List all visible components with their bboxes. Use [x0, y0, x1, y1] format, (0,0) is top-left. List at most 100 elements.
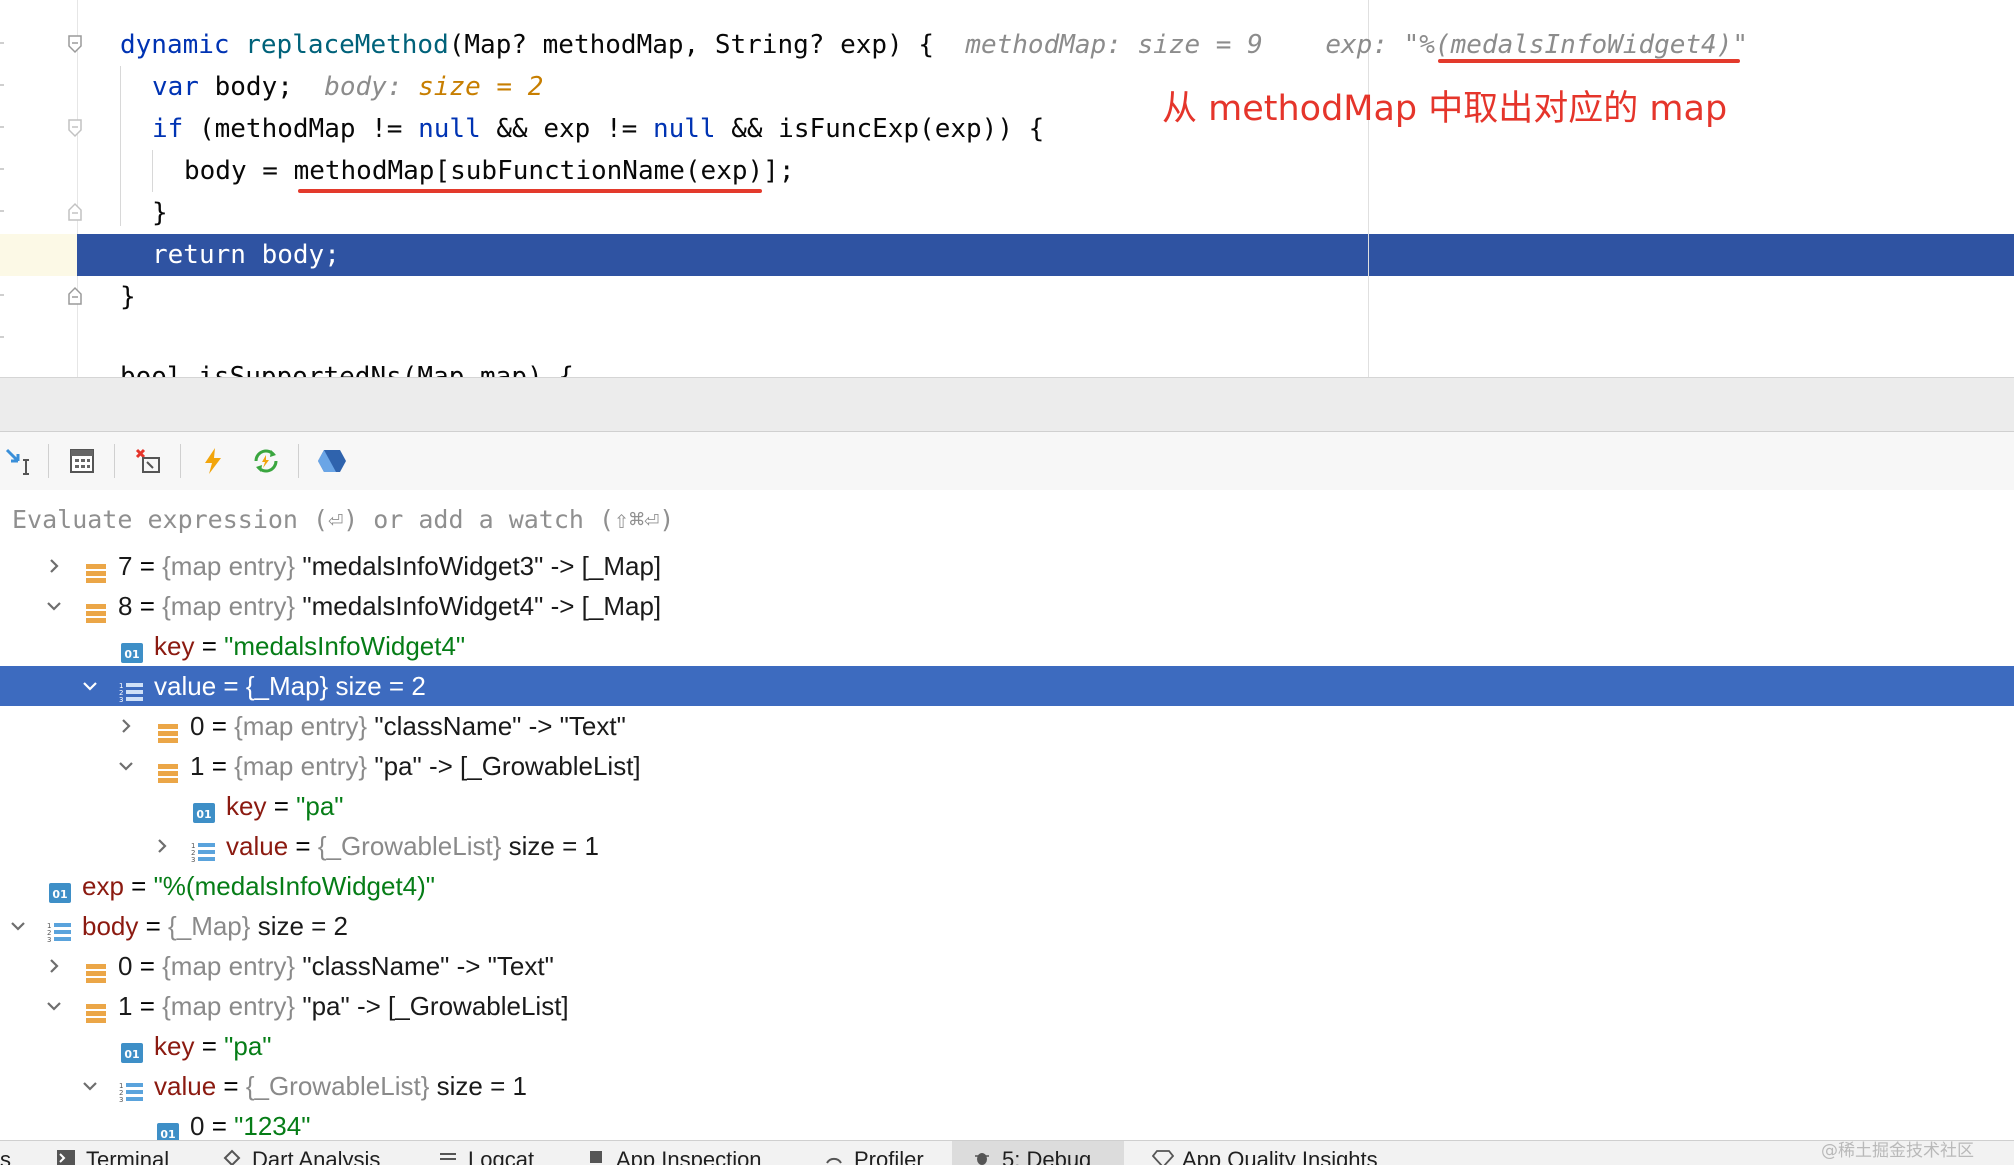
map-entry-icon [84, 555, 108, 583]
fold-collapse-icon[interactable] [67, 34, 83, 54]
fold-end-icon[interactable] [67, 284, 83, 305]
execution-line-highlight [77, 234, 2014, 276]
equals-sign: = [201, 1031, 217, 1061]
tree-row[interactable]: 1 = {map entry} "pa" -> [_GrowableList] [0, 746, 2014, 786]
equals-sign: = [211, 751, 227, 781]
dart-analysis-icon [222, 1148, 242, 1165]
tab-app-quality-insights[interactable]: App Quality Insights [1151, 1147, 1378, 1165]
tree-row[interactable]: 123 value = {_GrowableList} size = 1 [0, 1066, 2014, 1106]
fold-end-icon[interactable] [67, 200, 83, 221]
entry-index: 0 [190, 711, 205, 741]
expand-arrow-icon[interactable] [116, 706, 136, 746]
collection-icon: 123 [46, 915, 71, 944]
code-editor[interactable]: dynamic replaceMethod(Map? methodMap, St… [0, 0, 2014, 377]
indent-guide [152, 150, 153, 192]
tab-label: 5: Debug [1002, 1147, 1092, 1165]
type-label: {map entry} [162, 991, 296, 1021]
editor-gutter [0, 0, 78, 377]
field-name: exp [82, 871, 124, 901]
tab-label: Logcat [468, 1147, 535, 1165]
tree-row[interactable]: 01 key = "pa" [0, 1026, 2014, 1066]
keyword: dynamic [120, 30, 230, 60]
inline-debug-hint-value: %(medalsInfoWidget4) [1419, 30, 1733, 60]
code-text: && exp != [480, 114, 653, 144]
variables-tree[interactable]: 7 = {map entry} "medalsInfoWidget3" -> [… [0, 546, 2014, 1140]
code-line-close-brace[interactable]: } [120, 276, 136, 318]
drop-frame-icon[interactable] [131, 444, 165, 478]
tab-app-inspection[interactable]: App Inspection [586, 1147, 762, 1165]
code-line-assign[interactable]: body = methodMap[subFunctionName(exp)]; [184, 150, 794, 192]
tree-row[interactable]: 1 = {map entry} "pa" -> [_GrowableList] [0, 986, 2014, 1026]
svg-text:01: 01 [52, 888, 67, 901]
tree-row[interactable]: 0 = {map entry} "className" -> "Text" [0, 946, 2014, 986]
expand-arrow-icon[interactable] [44, 946, 64, 986]
annotation-underline [298, 189, 762, 193]
code-line-next-function[interactable]: bool isSupportedNs(Map map) { [120, 356, 574, 377]
tab-dart-analysis[interactable]: Dart Analysis [222, 1147, 380, 1165]
keyword: null [418, 114, 481, 144]
tree-row[interactable]: 01 exp = "%(medalsInfoWidget4)" [0, 866, 2014, 906]
entry-value: "medalsInfoWidget3" -> [_Map] [302, 551, 662, 581]
code-line-var[interactable]: var body; body: size = 2 [152, 66, 543, 108]
code-line-if[interactable]: if (methodMap != null && exp != null && … [152, 108, 1044, 150]
tree-row[interactable]: 0 = {map entry} "className" -> "Text" [0, 706, 2014, 746]
app-quality-insights-icon [1151, 1148, 1175, 1165]
equals-sign: = [211, 1111, 227, 1140]
tree-row[interactable]: 123 value = {_GrowableList} size = 1 [0, 826, 2014, 866]
step-into-cursor-icon[interactable] [2, 444, 36, 478]
tab-logcat[interactable]: Logcat [438, 1147, 534, 1165]
expand-arrow-icon[interactable] [44, 546, 64, 586]
tab-partial[interactable]: s [0, 1147, 11, 1165]
equals-sign: = [201, 631, 217, 661]
code-line-return[interactable]: return body; [152, 234, 340, 276]
collapse-arrow-icon[interactable] [44, 986, 64, 1026]
tab-label: Dart Analysis [252, 1147, 381, 1165]
entry-index: 7 [118, 551, 133, 581]
keyword: return [152, 240, 246, 270]
collapse-arrow-icon[interactable] [8, 906, 28, 946]
fold-collapse-icon[interactable] [67, 118, 83, 138]
collapse-arrow-icon[interactable] [80, 666, 100, 706]
field-name: body [82, 911, 139, 941]
type-label: {map entry} [162, 951, 296, 981]
app-inspection-icon [586, 1148, 606, 1165]
tab-debug[interactable]: 5: Debug [952, 1141, 1124, 1165]
tab-label: s [0, 1147, 11, 1165]
gutter-tick [0, 168, 4, 170]
svg-text:01: 01 [124, 648, 139, 661]
type-label: {map entry} [162, 591, 296, 621]
size-value: size = 1 [508, 831, 599, 861]
tree-row[interactable]: 01 key = "pa" [0, 786, 2014, 826]
entry-value: "pa" -> [_GrowableList] [374, 751, 641, 781]
indent-guide [120, 66, 121, 226]
tree-row[interactable]: 123 body = {_Map} size = 2 [0, 906, 2014, 946]
tree-row-selected[interactable]: 123 value = {_Map} size = 2 [0, 666, 2014, 706]
tree-row[interactable]: 01 0 = "1234" [0, 1106, 2014, 1140]
hot-reload-icon[interactable] [196, 444, 230, 478]
size-value: size = 2 [257, 911, 349, 941]
evaluate-expression-input[interactable] [0, 490, 2014, 548]
inline-debug-hint-label: exp: [1325, 30, 1404, 60]
collapse-arrow-icon[interactable] [44, 586, 64, 626]
tree-row[interactable]: 7 = {map entry} "medalsInfoWidget3" -> [… [0, 546, 2014, 586]
code-text: body; [245, 240, 340, 270]
equals-sign: = [145, 911, 161, 941]
evaluate-calculator-icon[interactable] [65, 444, 99, 478]
panel-divider[interactable] [0, 377, 2014, 432]
tab-terminal[interactable]: Terminal [56, 1147, 169, 1165]
gutter-tick [0, 294, 4, 296]
collapse-arrow-icon[interactable] [80, 1066, 100, 1106]
equals-sign: = [131, 871, 147, 901]
tab-profiler[interactable]: Profiler [824, 1147, 924, 1165]
watermark: @稀土掘金技术社区 [1821, 1141, 1974, 1161]
collapse-arrow-icon[interactable] [116, 746, 136, 786]
code-line-close-brace[interactable]: } [152, 192, 168, 234]
svg-text:3: 3 [191, 856, 195, 864]
expand-arrow-icon[interactable] [152, 826, 172, 866]
flutter-inspector-icon[interactable] [315, 444, 349, 478]
hot-restart-icon[interactable] [249, 444, 283, 478]
type-label: {_Map} [245, 671, 329, 701]
tool-window-bar: s Terminal Dart Analysis Logcat App Insp… [0, 1140, 2014, 1165]
tree-row[interactable]: 01 key = "medalsInfoWidget4" [0, 626, 2014, 666]
tree-row[interactable]: 8 = {map entry} "medalsInfoWidget4" -> [… [0, 586, 2014, 626]
